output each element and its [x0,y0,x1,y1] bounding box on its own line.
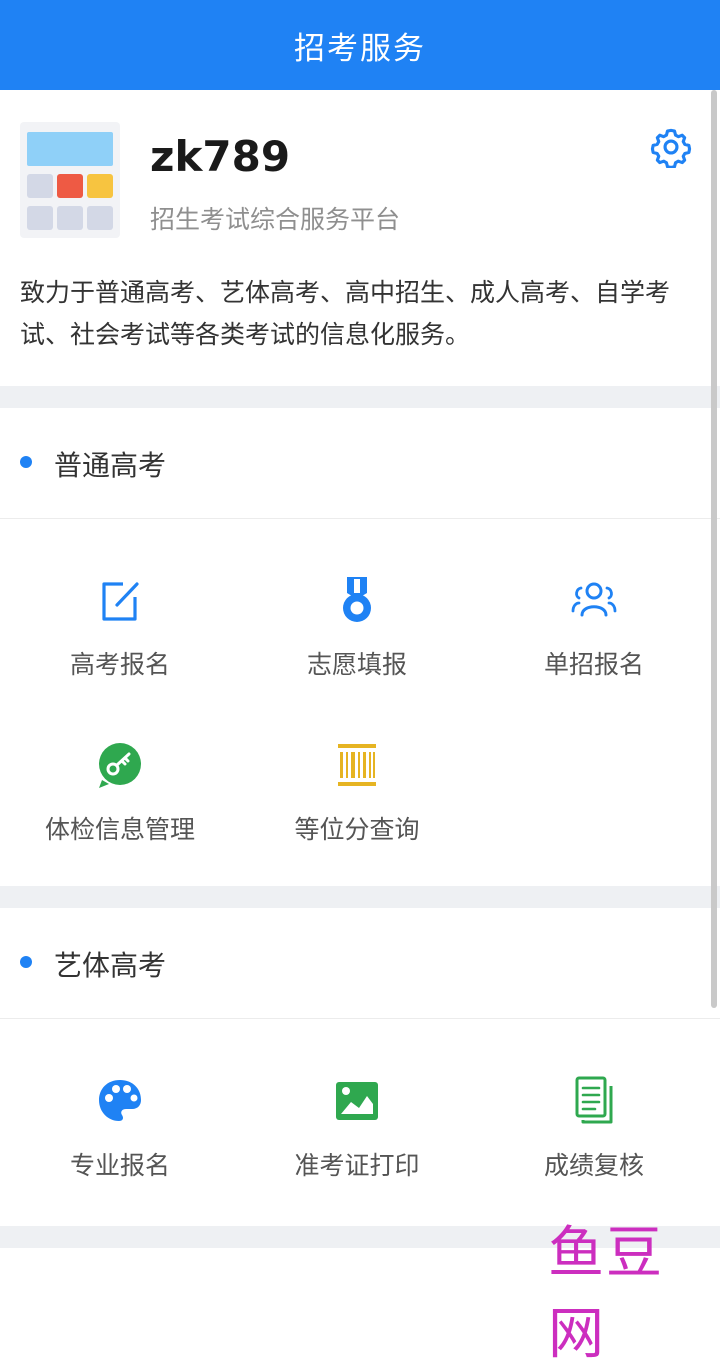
scrollbar[interactable] [711,90,717,1008]
grid-item-zhunkaozheng-dayin[interactable]: 准考证打印 [237,1076,477,1216]
grid-item-label: 成绩复核 [543,1151,644,1180]
bullet-dot [20,456,32,468]
section-header-putong-gaokao: 普通高考 [0,408,720,519]
grid-item-label: 专业报名 [69,1151,170,1180]
app-description: 致力于普通高考、艺体高考、高中招生、成人高考、自学考试、社会考试等各类考试的信息… [20,278,671,349]
divider [0,386,720,408]
image-icon [336,1082,378,1120]
grid-item-zhiyuan-tianbao[interactable]: 志愿填报 [237,575,477,715]
divider [0,886,720,908]
navbar: 招考服务 [0,0,720,90]
key-icon [99,743,141,788]
medal-icon [343,577,371,622]
settings-gear-icon[interactable] [650,126,692,168]
watermark: 鱼豆网 [548,1221,664,1367]
grid-item-label: 准考证打印 [294,1151,420,1180]
grid-item-gaokao-baoming[interactable]: 高考报名 [0,575,240,715]
navbar-title: 招考服务 [294,30,426,67]
edit-icon [102,582,139,621]
app-logo [20,122,120,238]
barcode-icon [338,744,376,786]
grid-item-label: 等位分查询 [294,815,420,844]
profile-card: zk789 招生考试综合服务平台 致力于普通高考、艺体高考、高中招生、成人高考、… [0,90,720,386]
grid-item-label: 单招报名 [543,650,644,679]
section-title: 普通高考 [54,449,167,482]
grid-item-dengweifen-chaxun[interactable]: 等位分查询 [237,740,477,880]
grid-item-chengji-fuhe[interactable]: 成绩复核 [474,1076,714,1216]
grid-item-tijian-xinxi[interactable]: 体检信息管理 [0,740,240,880]
section-title: 艺体高考 [54,949,167,982]
palette-icon [99,1080,141,1121]
document-icon [575,1076,613,1124]
grid-item-label: 体检信息管理 [44,815,195,844]
grid-item-label: 高考报名 [69,650,170,679]
grid-item-danzhao-baoming[interactable]: 单招报名 [474,575,714,715]
app-subtitle: 招生考试综合服务平台 [150,205,401,234]
bullet-dot [20,956,32,968]
section-header-yiti-gaokao: 艺体高考 [0,908,720,1019]
app-name: zk789 [150,132,291,181]
grid-item-zhuanye-baoming[interactable]: 专业报名 [0,1076,240,1216]
group-icon [571,582,617,617]
grid-item-label: 志愿填报 [306,650,407,679]
